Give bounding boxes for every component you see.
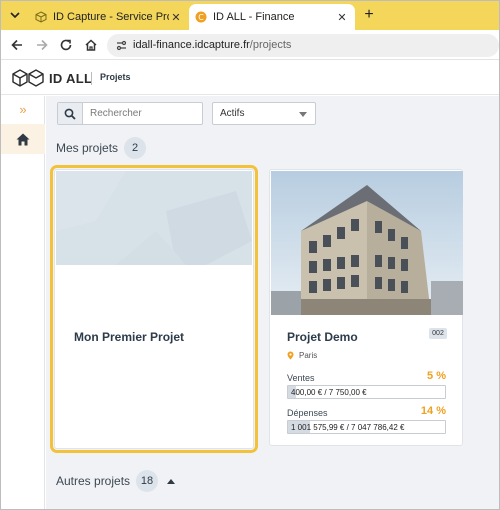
tab-strip: ID Capture - Service Production ✕ C ID A… — [1, 1, 499, 30]
project-card-mon-premier-projet[interactable]: Mon Premier Projet — [50, 165, 258, 453]
browser-toolbar: idall-finance.idcapture.fr/projects — [1, 30, 499, 60]
reload-icon[interactable] — [58, 37, 74, 53]
forward-arrow-icon[interactable] — [34, 37, 50, 53]
close-icon[interactable]: ✕ — [335, 10, 349, 24]
breadcrumb: Projets — [100, 72, 131, 82]
project-location: Paris — [287, 351, 317, 360]
count-badge: 18 — [136, 470, 159, 492]
project-card-projet-demo[interactable]: Projet Demo 002 Paris Ventes 5 % 400,00 … — [269, 169, 463, 446]
project-title: Projet Demo — [287, 330, 358, 344]
tab-id-capture[interactable]: ID Capture - Service Production ✕ — [29, 4, 189, 30]
cube-favicon-icon — [35, 11, 47, 23]
project-building-image — [271, 171, 463, 315]
address-bar[interactable]: idall-finance.idcapture.fr/projects — [107, 34, 499, 57]
chevron-up-icon[interactable] — [167, 478, 176, 484]
filter-value: Actifs — [220, 108, 245, 119]
svg-text:C: C — [198, 13, 204, 22]
url-path: /projects — [249, 39, 292, 51]
search-button[interactable] — [58, 103, 83, 124]
sales-progress-bar: 400,00 € / 7 750,00 € — [287, 385, 446, 399]
my-projects-header: Mes projets 2 — [56, 137, 147, 159]
location-text: Paris — [299, 351, 318, 360]
search-box — [57, 102, 203, 125]
other-projects-header[interactable]: Autres projets 18 — [56, 470, 176, 492]
count-badge: 2 — [124, 137, 147, 159]
project-title: Mon Premier Projet — [74, 330, 185, 344]
app-header: ID ALL Projets — [1, 61, 499, 95]
id-all-logo-icon — [12, 69, 44, 87]
sales-label: Ventes — [287, 373, 315, 383]
search-input[interactable] — [90, 106, 198, 121]
currency-favicon-icon: C — [195, 11, 207, 23]
url-text: idall-finance.idcapture.fr/projects — [133, 39, 291, 51]
sidebar: » — [1, 96, 45, 509]
app-logo[interactable]: ID ALL — [11, 69, 92, 87]
chevron-down-icon — [299, 112, 307, 117]
tab-search-chevron-icon[interactable] — [9, 9, 21, 21]
main-content: Actifs Mes projets 2 Mon Premier Projet — [46, 96, 499, 509]
section-title: Autres projets — [56, 474, 131, 488]
project-cover-placeholder — [56, 171, 252, 265]
header-divider — [91, 72, 92, 85]
sales-amount: 400,00 € / 7 750,00 € — [291, 388, 367, 397]
back-arrow-icon[interactable] — [9, 37, 25, 53]
home-browser-icon[interactable] — [83, 37, 99, 53]
tab-id-all-finance[interactable]: C ID ALL - Finance ✕ — [189, 4, 355, 30]
logo-text: ID ALL — [49, 70, 93, 86]
sidebar-item-home[interactable] — [1, 124, 45, 154]
tab-title: ID Capture - Service Production — [53, 11, 169, 23]
expenses-label: Dépenses — [287, 408, 328, 418]
search-icon — [64, 108, 76, 120]
home-icon — [16, 133, 30, 146]
close-icon[interactable]: ✕ — [169, 10, 183, 24]
new-tab-button[interactable]: + — [361, 7, 377, 23]
location-pin-icon — [287, 351, 294, 360]
sales-percent: 5 % — [427, 370, 446, 382]
project-code-badge: 002 — [429, 328, 447, 339]
section-title: Mes projets — [56, 141, 119, 155]
expenses-percent: 14 % — [420, 405, 446, 417]
status-filter-select[interactable]: Actifs — [212, 102, 316, 125]
site-settings-icon[interactable] — [115, 39, 128, 52]
browser-window: ID Capture - Service Production ✕ C ID A… — [0, 0, 500, 510]
url-host: idall-finance.idcapture.fr — [133, 39, 250, 51]
expenses-progress-bar: 1 001 575,99 € / 7 047 786,42 € — [287, 420, 446, 434]
expenses-amount: 1 001 575,99 € / 7 047 786,42 € — [291, 423, 405, 432]
expand-sidebar-icon[interactable]: » — [15, 103, 31, 117]
tab-title: ID ALL - Finance — [213, 11, 295, 23]
